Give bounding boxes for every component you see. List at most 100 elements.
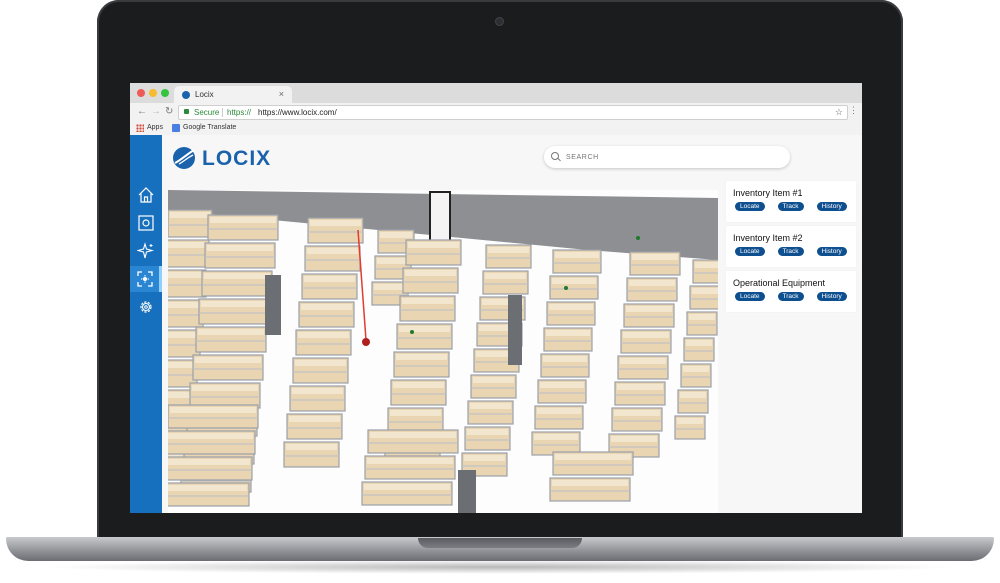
tag-marker <box>636 236 640 240</box>
sidebar <box>130 135 162 513</box>
search-box <box>544 146 790 168</box>
rack-box <box>393 382 444 388</box>
rack-box <box>301 304 352 310</box>
address-separator <box>222 108 223 117</box>
rack-box <box>304 276 355 282</box>
rack-box <box>168 485 247 491</box>
history-button[interactable]: History <box>816 202 847 211</box>
rack-box <box>485 273 526 279</box>
history-button[interactable]: History <box>816 247 847 256</box>
rack-box <box>168 433 253 439</box>
track-button[interactable]: Track <box>777 247 804 256</box>
rack-box <box>210 217 276 223</box>
maximize-window-button[interactable] <box>161 89 169 97</box>
rack-box <box>192 385 258 391</box>
rack-box <box>467 429 508 435</box>
bookmark-google-translate[interactable]: Google Translate <box>183 124 236 131</box>
bookmarks-bar: Apps Google Translate <box>130 121 862 136</box>
bookmark-apps[interactable]: Apps <box>147 124 163 131</box>
rack-box <box>620 358 666 364</box>
url-scheme: https:// <box>227 108 252 117</box>
rack-box <box>692 288 718 294</box>
rack-box <box>555 252 599 258</box>
rack-box <box>295 360 346 366</box>
locate-button[interactable]: Locate <box>735 247 765 256</box>
tag-marker <box>564 286 568 290</box>
sparkle-icon <box>137 242 155 259</box>
rack-box <box>683 366 709 372</box>
rack-box <box>686 340 712 346</box>
rack-box <box>402 298 453 304</box>
rack-box <box>695 262 718 268</box>
rack-box <box>292 388 343 394</box>
gear-icon <box>140 301 152 313</box>
item-name: Inventory Item #2 <box>733 233 803 243</box>
warehouse-3d-view[interactable] <box>168 190 718 513</box>
rack-box <box>473 377 514 383</box>
home-icon <box>138 187 154 203</box>
history-button[interactable]: History <box>816 292 847 301</box>
bookmark-star-icon[interactable]: ☆ <box>835 106 843 119</box>
rack-box <box>552 480 628 486</box>
item-card-inventory-1: Inventory Item #1 Locate Track History <box>726 181 856 222</box>
sidebar-item-location[interactable] <box>130 210 162 236</box>
rack-box <box>464 455 505 461</box>
rack-box <box>195 357 261 363</box>
rack-box <box>680 392 706 398</box>
tag-marker <box>410 330 414 334</box>
rack-box <box>168 242 207 248</box>
url-text: https://www.locix.com/ <box>258 108 337 117</box>
minimize-window-button[interactable] <box>149 89 157 97</box>
rack-box <box>399 326 450 332</box>
rack-box <box>626 306 672 312</box>
rack-box <box>629 280 675 286</box>
rack-box <box>537 408 581 414</box>
rack-box <box>168 392 192 398</box>
sidebar-item-settings[interactable] <box>130 294 162 320</box>
rack-box <box>168 362 195 368</box>
rack-box <box>377 258 409 264</box>
sidebar-item-insights[interactable] <box>130 238 162 264</box>
locix-app: LOCIX Inventory Item #1 Locate Track His… <box>130 135 862 513</box>
locate-button[interactable]: Locate <box>735 292 765 301</box>
pillar <box>265 275 281 335</box>
search-icon <box>551 152 559 160</box>
address-bar[interactable]: Secure https:// https://www.locix.com/ ☆ <box>178 105 848 120</box>
locix-favicon-icon <box>182 91 190 99</box>
apps-grid-icon <box>136 124 144 132</box>
locate-button[interactable]: Locate <box>735 202 765 211</box>
warehouse-scene <box>168 190 718 513</box>
close-window-button[interactable] <box>137 89 145 97</box>
rack-box <box>396 354 447 360</box>
back-arrow-icon[interactable]: ← <box>137 106 147 117</box>
laptop-shadow <box>40 560 960 574</box>
rack-box <box>623 332 669 338</box>
track-button[interactable]: Track <box>777 202 804 211</box>
lock-icon <box>184 109 189 114</box>
forward-arrow-icon[interactable]: → <box>151 106 161 117</box>
sidebar-item-tracking[interactable] <box>130 266 162 292</box>
reload-icon[interactable]: ↻ <box>165 106 173 117</box>
focus-icon <box>136 271 153 287</box>
rack-box <box>390 410 441 416</box>
item-card-inventory-2: Inventory Item #2 Locate Track History <box>726 226 856 267</box>
rack-box <box>168 272 204 278</box>
item-card-operational-equipment: Operational Equipment Locate Track Histo… <box>726 271 856 312</box>
locix-logo-icon <box>173 147 195 169</box>
rack-box <box>632 254 678 260</box>
brand-name: LOCIX <box>202 147 272 170</box>
browser-tab[interactable]: Locix × <box>174 86 292 103</box>
track-button[interactable]: Track <box>777 292 804 301</box>
rack-box <box>614 410 660 416</box>
rack-box <box>289 416 340 422</box>
sidebar-item-home[interactable] <box>130 182 162 208</box>
tab-title: Locix <box>195 90 214 99</box>
tab-close-icon[interactable]: × <box>279 89 284 99</box>
browser-menu-icon[interactable]: ⋮ <box>849 105 858 116</box>
search-input[interactable] <box>564 150 778 165</box>
rack-box <box>168 332 198 338</box>
rack-box <box>307 248 358 254</box>
rack-box <box>170 212 210 218</box>
rack-box <box>310 220 361 226</box>
rack-box <box>198 329 264 335</box>
